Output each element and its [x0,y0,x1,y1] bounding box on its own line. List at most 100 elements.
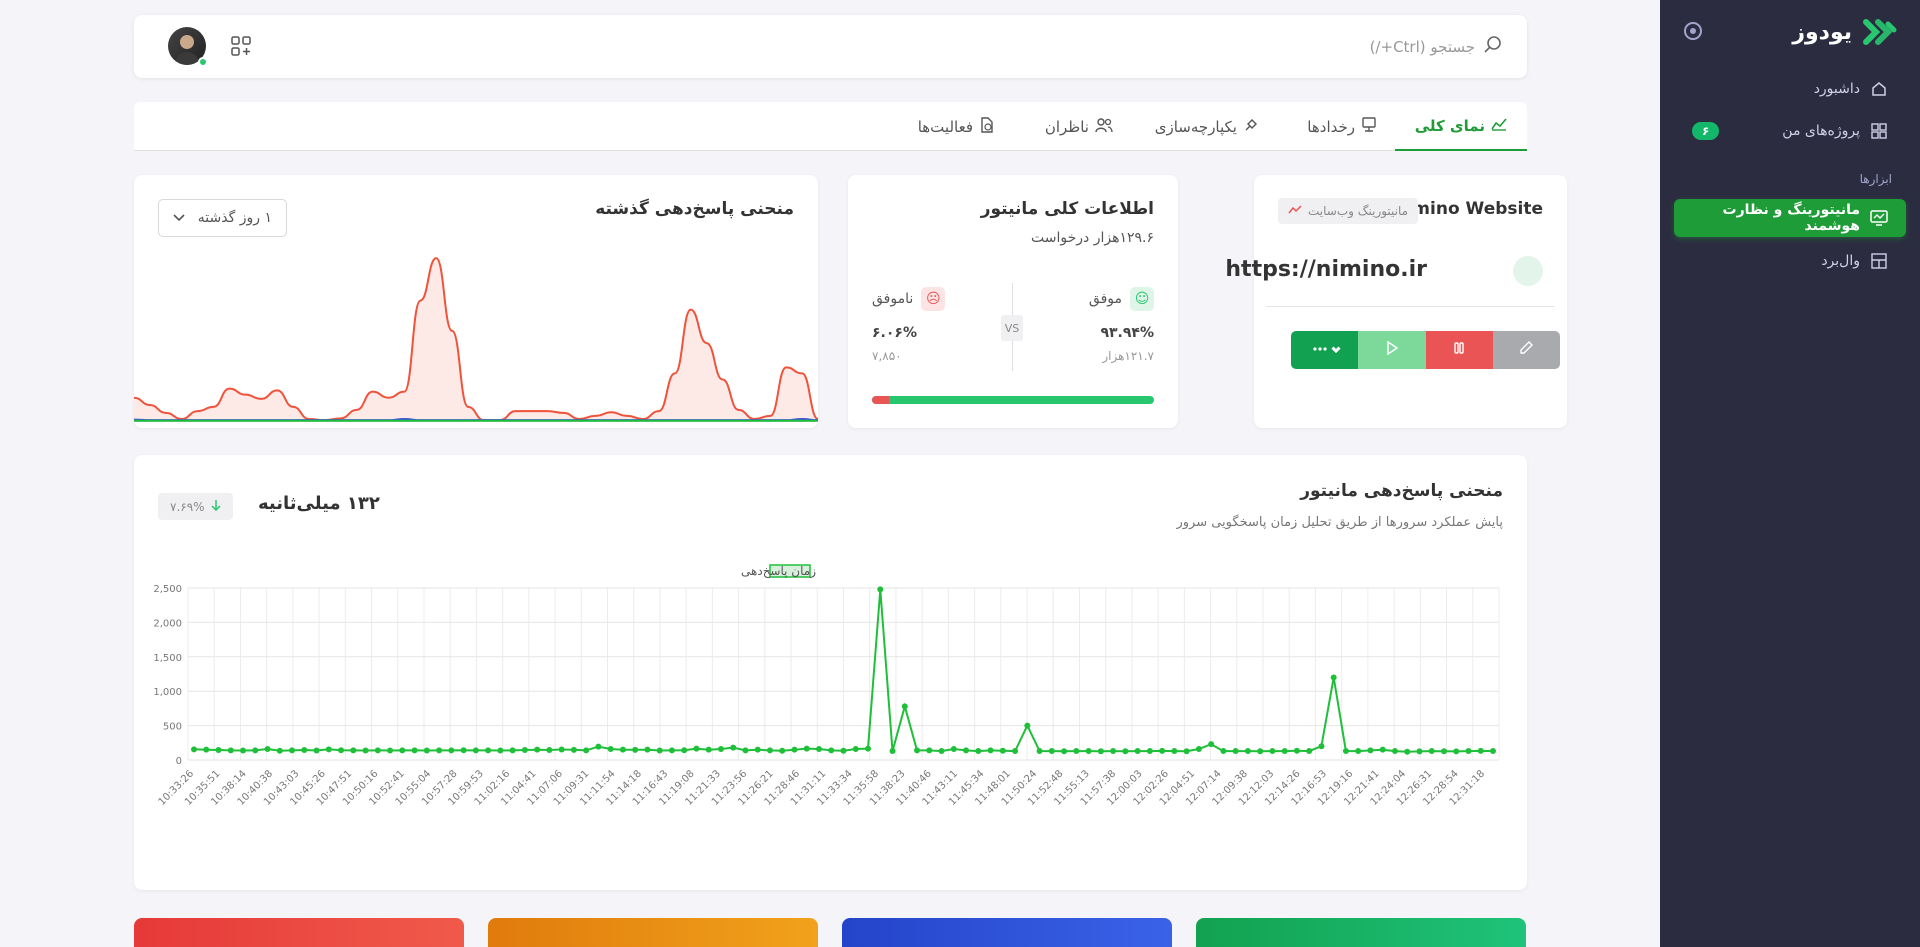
data-point[interactable] [963,747,970,754]
sidebar-item-projects[interactable]: پروژه‌های من ۶ [1674,112,1906,150]
data-point[interactable] [815,745,822,752]
data-point[interactable] [1490,748,1496,755]
data-point[interactable] [1440,748,1447,755]
data-point[interactable] [999,747,1006,754]
pause-button[interactable] [1425,331,1493,369]
data-point[interactable] [338,747,345,754]
data-point[interactable] [448,747,455,754]
tab-watchers[interactable]: ناظران [1025,102,1133,151]
data-point[interactable] [1085,748,1092,755]
data-point[interactable] [1048,748,1055,755]
data-point[interactable] [1146,748,1153,755]
data-point[interactable] [1465,748,1472,755]
data-point[interactable] [938,748,945,755]
data-point[interactable] [1404,748,1411,755]
data-point[interactable] [754,746,761,753]
tab-integrations[interactable]: یکپارچه‌سازی [1135,102,1279,151]
data-point[interactable] [289,747,296,754]
data-point[interactable] [1183,748,1190,755]
tab-activities[interactable]: فعالیت‌ها [898,102,1015,151]
data-point[interactable] [926,747,933,754]
data-point[interactable] [436,747,443,754]
data-point[interactable] [1171,748,1178,755]
sidebar-collapse-icon[interactable] [1684,22,1702,40]
edit-button[interactable] [1492,331,1560,369]
data-point[interactable] [1281,748,1288,755]
data-point[interactable] [1159,747,1166,754]
data-point[interactable] [1122,748,1129,755]
data-point[interactable] [362,747,369,754]
data-point[interactable] [619,746,626,753]
data-point[interactable] [828,747,835,754]
data-point[interactable] [374,747,381,754]
data-point[interactable] [546,747,553,754]
data-point[interactable] [1293,747,1300,754]
tab-overview[interactable]: نمای کلی [1394,102,1527,151]
data-point[interactable] [779,747,786,754]
data-point[interactable] [509,747,516,754]
site-url[interactable]: https://nimino.ir [1225,257,1427,282]
data-point[interactable] [607,745,614,752]
data-point[interactable] [485,747,492,754]
data-point[interactable] [472,747,479,754]
data-point[interactable] [1012,748,1019,755]
data-point[interactable] [693,745,700,752]
data-point[interactable] [632,746,639,753]
data-point[interactable] [1428,748,1435,755]
data-point[interactable] [742,747,749,754]
data-point[interactable] [1330,674,1337,681]
data-point[interactable] [325,746,332,753]
data-point[interactable] [1257,748,1264,755]
data-point[interactable] [583,747,590,754]
data-point[interactable] [1134,748,1141,755]
data-point[interactable] [1232,748,1239,755]
data-point[interactable] [227,747,234,754]
data-point[interactable] [791,746,798,753]
data-point[interactable] [387,747,394,754]
data-point[interactable] [1477,747,1484,754]
data-point[interactable] [423,747,430,754]
data-point[interactable] [656,747,663,754]
data-point[interactable] [1355,748,1362,755]
brand[interactable]: یودوز [1792,18,1898,46]
data-point[interactable] [411,747,418,754]
data-point[interactable] [399,747,406,754]
data-point[interactable] [215,747,222,754]
data-point[interactable] [803,745,810,752]
search-input[interactable]: جستجو (Ctrl+/) [1370,38,1475,56]
sidebar-item-wallboard[interactable]: وال‌برد [1674,242,1906,280]
data-point[interactable] [852,745,859,752]
data-point[interactable] [840,747,847,754]
data-point[interactable] [595,743,602,750]
data-point[interactable] [521,747,528,754]
data-point[interactable] [717,745,724,752]
data-point[interactable] [264,745,271,752]
data-point[interactable] [350,747,357,754]
data-point[interactable] [865,745,872,752]
data-point[interactable] [1097,748,1104,755]
data-point[interactable] [1453,748,1460,755]
data-point[interactable] [889,748,896,755]
data-point[interactable] [644,746,651,753]
data-point[interactable] [570,746,577,753]
data-point[interactable] [534,746,541,753]
data-point[interactable] [975,748,982,755]
resume-button[interactable] [1358,331,1426,369]
data-point[interactable] [1208,741,1215,748]
data-point[interactable] [1195,745,1202,752]
data-point[interactable] [301,747,308,754]
data-point[interactable] [1416,748,1423,755]
data-point[interactable] [914,747,921,754]
data-point[interactable] [681,747,688,754]
data-point[interactable] [901,703,908,710]
data-point[interactable] [276,747,283,754]
tab-events[interactable]: رخدادها [1287,102,1397,151]
data-point[interactable] [1269,748,1276,755]
data-point[interactable] [460,747,467,754]
data-point[interactable] [1061,748,1068,755]
data-point[interactable] [1220,748,1227,755]
data-point[interactable] [1306,748,1313,755]
data-point[interactable] [1379,746,1386,753]
data-point[interactable] [1110,748,1117,755]
add-app-icon[interactable] [230,35,252,61]
